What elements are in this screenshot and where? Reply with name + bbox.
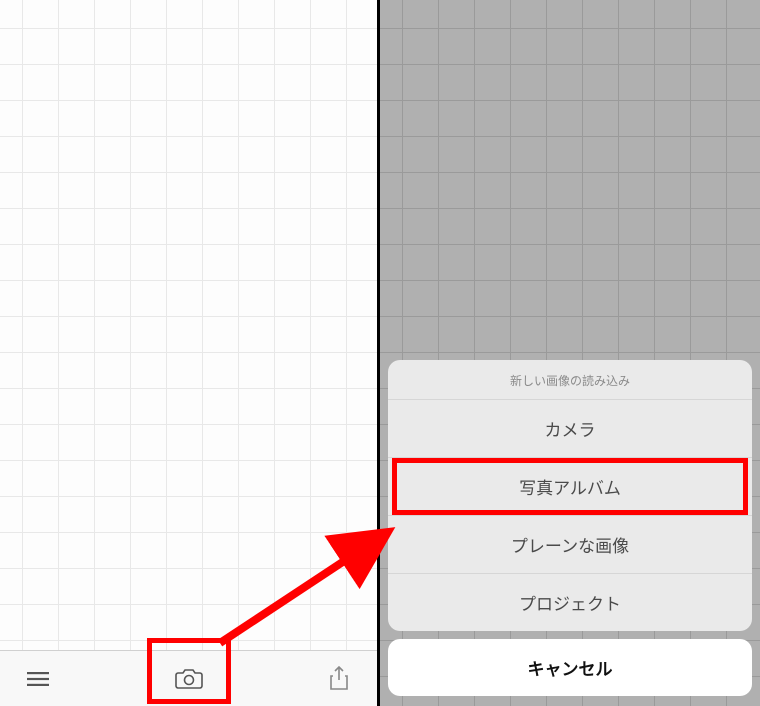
action-sheet-group: 新しい画像の読み込み カメラ 写真アルバム プレーンな画像 プロジェクト — [388, 360, 752, 631]
hamburger-icon — [27, 672, 49, 686]
menu-button[interactable] — [20, 661, 56, 697]
share-icon — [329, 666, 349, 692]
action-sheet-title: 新しい画像の読み込み — [388, 360, 752, 399]
action-sheet-item-album[interactable]: 写真アルバム — [388, 457, 752, 515]
left-panel — [0, 0, 380, 706]
action-sheet-item-project[interactable]: プロジェクト — [388, 573, 752, 631]
canvas-grid-left[interactable] — [0, 0, 377, 706]
action-sheet-item-camera[interactable]: カメラ — [388, 399, 752, 457]
right-panel: 新しい画像の読み込み カメラ 写真アルバム プレーンな画像 プロジェクト キャン… — [380, 0, 760, 706]
share-button[interactable] — [321, 661, 357, 697]
camera-button[interactable] — [171, 661, 207, 697]
action-sheet-item-label: 写真アルバム — [519, 479, 621, 498]
action-sheet: 新しい画像の読み込み カメラ 写真アルバム プレーンな画像 プロジェクト キャン… — [388, 360, 752, 696]
action-sheet-cancel[interactable]: キャンセル — [388, 639, 752, 696]
action-sheet-item-plain[interactable]: プレーンな画像 — [388, 515, 752, 573]
toolbar — [0, 650, 377, 706]
camera-icon — [175, 668, 203, 690]
